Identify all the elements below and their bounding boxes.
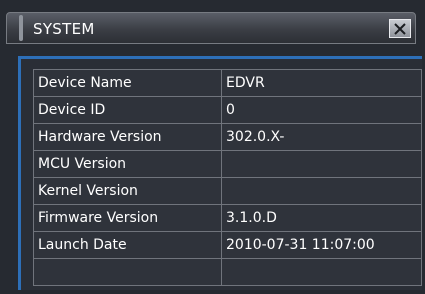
close-button[interactable]: [389, 19, 411, 38]
kernel-version-label: Kernel Version: [33, 177, 222, 205]
table-row: Device Name EDVR: [33, 69, 422, 97]
device-name-value: EDVR: [221, 69, 422, 97]
info-panel: Device Name EDVR Device ID 0 Hardware Ve…: [18, 56, 422, 290]
device-id-label: Device ID: [33, 96, 222, 124]
firmware-version-label: Firmware Version: [33, 204, 222, 232]
close-icon: [394, 22, 406, 35]
system-info-table: Device Name EDVR Device ID 0 Hardware Ve…: [33, 69, 422, 286]
table-row: [33, 258, 422, 286]
launch-date-value: 2010-07-31 11:07:00: [221, 231, 422, 259]
system-window: SYSTEM Device Name EDVR Device ID 0 Hard…: [0, 0, 425, 294]
table-row: Launch Date 2010-07-31 11:07:00: [33, 231, 422, 259]
table-row: MCU Version: [33, 150, 422, 178]
mcu-version-label: MCU Version: [33, 150, 222, 178]
device-id-value: 0: [221, 96, 422, 124]
table-row: Kernel Version: [33, 177, 422, 205]
table-row: Firmware Version 3.1.0.D: [33, 204, 422, 232]
device-name-label: Device Name: [33, 69, 222, 97]
empty-label: [33, 258, 222, 286]
hardware-version-label: Hardware Version: [33, 123, 222, 151]
window-title: SYSTEM: [33, 20, 95, 38]
launch-date-label: Launch Date: [33, 231, 222, 259]
title-notch: [19, 15, 23, 41]
firmware-version-value: 3.1.0.D: [221, 204, 422, 232]
hardware-version-value: 302.0.X-: [221, 123, 422, 151]
empty-value: [221, 258, 422, 286]
kernel-version-value: [221, 177, 422, 205]
table-row: Device ID 0: [33, 96, 422, 124]
table-row: Hardware Version 302.0.X-: [33, 123, 422, 151]
title-bar: SYSTEM: [6, 12, 416, 44]
mcu-version-value: [221, 150, 422, 178]
